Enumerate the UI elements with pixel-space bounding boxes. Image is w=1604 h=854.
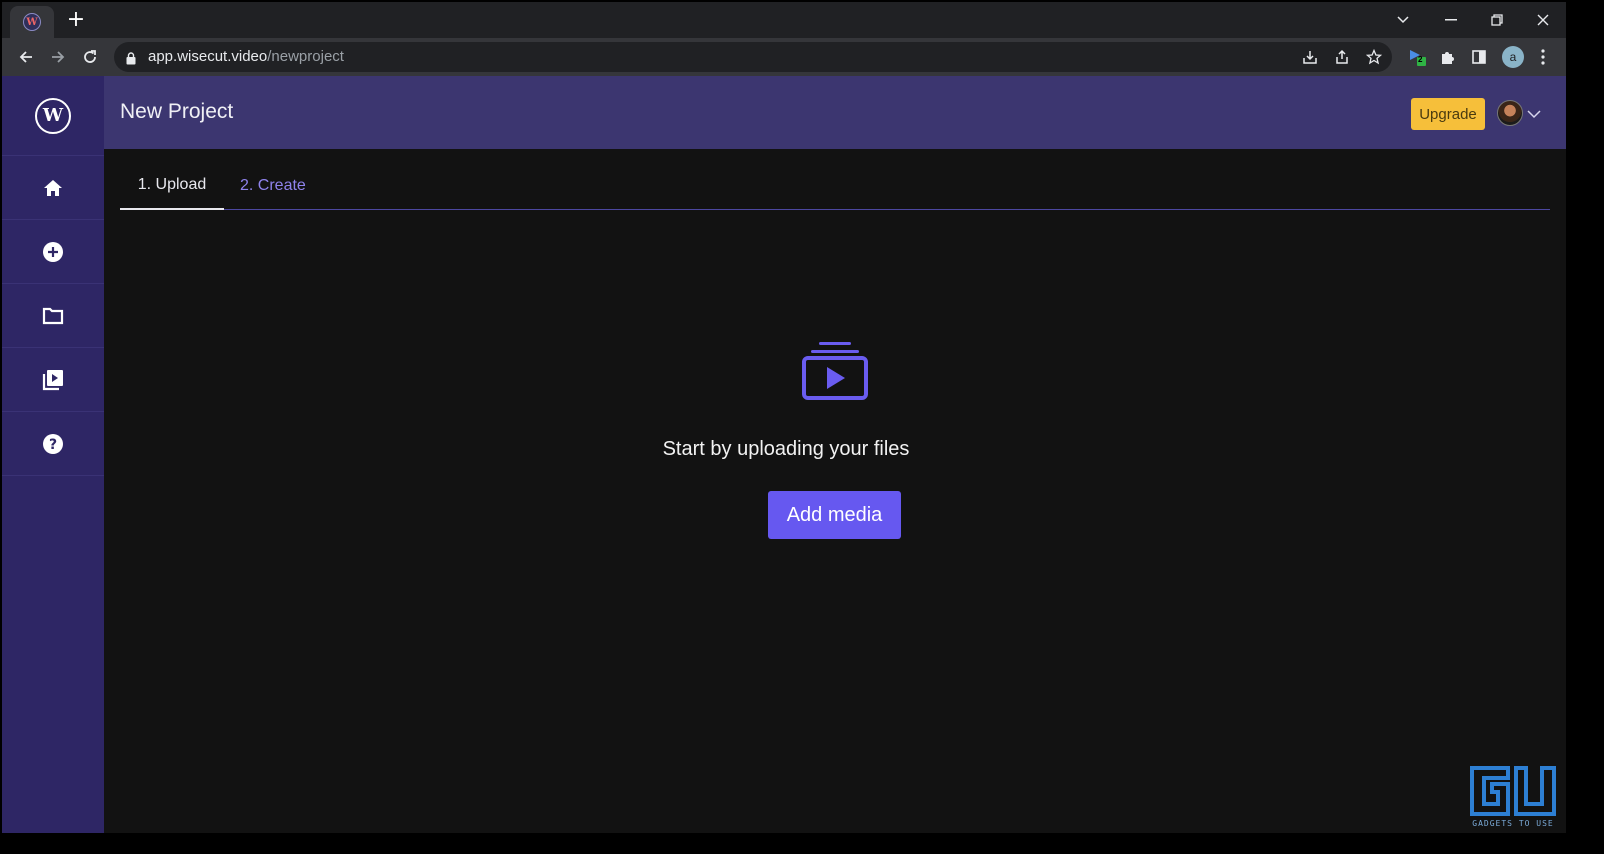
browser-tab[interactable]: W	[10, 6, 54, 38]
home-icon	[44, 179, 62, 196]
menu-icon[interactable]	[1532, 46, 1554, 68]
upgrade-button[interactable]: Upgrade	[1411, 98, 1485, 130]
new-tab-button[interactable]: +	[64, 8, 88, 32]
lock-icon[interactable]	[126, 50, 136, 69]
video-library-icon	[42, 369, 63, 390]
page-title: New Project	[120, 100, 234, 123]
back-icon[interactable]	[14, 45, 38, 69]
address-bar[interactable]: app.wisecut.video/newproject	[114, 42, 1392, 72]
tab-search-icon[interactable]	[1380, 2, 1426, 38]
wisecut-app: W ? New Project Upgrade 1. Upload 2. Cre…	[2, 76, 1566, 833]
sidepanel-icon[interactable]	[1468, 46, 1490, 68]
logo-icon: W	[35, 97, 71, 134]
sidebar-item-home[interactable]	[2, 156, 104, 220]
extension-icon[interactable]: 2	[1406, 46, 1428, 68]
star-icon[interactable]	[1364, 47, 1384, 67]
extension-badge: 2	[1418, 55, 1423, 64]
plus-circle-icon	[43, 241, 63, 262]
chevron-down-icon[interactable]	[1527, 104, 1541, 123]
puzzle-icon[interactable]	[1436, 46, 1458, 68]
forward-icon[interactable]	[46, 45, 70, 69]
share-icon[interactable]	[1332, 47, 1352, 67]
wisecut-favicon-icon: W	[23, 13, 41, 31]
url-text: app.wisecut.video/newproject	[148, 48, 344, 65]
sidebar-item-videos[interactable]	[2, 348, 104, 412]
reload-icon[interactable]	[78, 45, 102, 69]
profile-avatar[interactable]: a	[1502, 46, 1524, 68]
sidebar-item-new[interactable]	[2, 220, 104, 284]
tab-strip: W +	[2, 2, 1566, 38]
watermark-text: GADGETS TO USE	[1472, 819, 1554, 828]
add-media-button[interactable]: Add media	[768, 491, 901, 539]
tab-upload[interactable]: 1. Upload	[120, 162, 224, 210]
minimize-icon[interactable]	[1428, 2, 1474, 38]
close-icon[interactable]	[1520, 2, 1566, 38]
user-avatar[interactable]	[1497, 100, 1523, 126]
app-header: New Project Upgrade	[104, 76, 1566, 149]
sidebar-item-projects[interactable]	[2, 284, 104, 348]
media-upload-icon	[802, 341, 868, 405]
tab-create[interactable]: 2. Create	[240, 162, 306, 210]
folder-icon	[42, 307, 64, 324]
empty-state-text: Start by uploading your files	[662, 438, 910, 460]
wisecut-logo[interactable]: W	[2, 76, 104, 156]
restore-icon[interactable]	[1474, 2, 1520, 38]
project-steps-tabs: 1. Upload 2. Create	[120, 162, 1550, 210]
browser-toolbar: app.wisecut.video/newproject 2 a	[2, 38, 1566, 76]
watermark-logo: GADGETS TO USE	[1468, 764, 1558, 833]
browser-window: W + app.wisecut.video/newproject 2 a W ?…	[0, 0, 1568, 835]
install-icon[interactable]	[1300, 47, 1320, 67]
